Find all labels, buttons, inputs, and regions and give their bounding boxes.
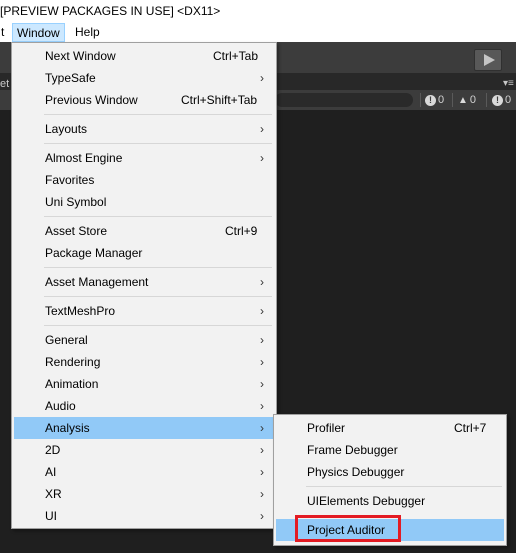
menu-help[interactable]: Help — [71, 23, 104, 42]
menu-item-textmeshpro[interactable]: TextMeshPro › — [14, 300, 274, 322]
chevron-right-icon: › — [260, 465, 264, 479]
console-log-count[interactable]: ! 0 — [425, 93, 444, 108]
window-title-bar: [PREVIEW PACKAGES IN USE] <DX11> — [0, 0, 516, 22]
menu-item-xr[interactable]: XR › — [14, 483, 274, 505]
menu-item-layouts[interactable]: Layouts › — [14, 118, 274, 140]
menu-separator — [306, 486, 502, 487]
menu-item-label: General — [45, 333, 88, 347]
error-count-value: 0 — [505, 94, 512, 106]
menu-item-label: Physics Debugger — [307, 465, 405, 479]
panel-menu-icon[interactable]: ▾≡ — [503, 78, 514, 89]
menu-item-label: Almost Engine — [45, 151, 123, 165]
menu-item-label: XR — [45, 487, 62, 501]
annotation-highlight-box — [295, 515, 401, 542]
menu-item-label: Previous Window — [45, 93, 138, 107]
chevron-right-icon: › — [260, 122, 264, 136]
menu-item-label: Animation — [45, 377, 99, 391]
menu-separator — [44, 325, 272, 326]
menu-item-profiler[interactable]: Profiler Ctrl+7 — [276, 417, 504, 439]
menu-item-shortcut: Ctrl+9 — [225, 224, 258, 238]
menu-item-frame-debugger[interactable]: Frame Debugger — [276, 439, 504, 461]
menu-separator — [44, 216, 272, 217]
toolbar-divider — [420, 93, 421, 107]
menu-item-asset-management[interactable]: Asset Management › — [14, 271, 274, 293]
menu-item-uielements-debugger[interactable]: UIElements Debugger — [276, 490, 504, 512]
menu-item-favorites[interactable]: Favorites — [14, 169, 274, 191]
menu-item-uni-symbol[interactable]: Uni Symbol — [14, 191, 274, 213]
menu-item-asset-store[interactable]: Asset Store Ctrl+9 — [14, 220, 274, 242]
menu-item-label: AI — [45, 465, 57, 479]
menu-separator — [44, 267, 272, 268]
menu-item-label: TextMeshPro — [45, 304, 116, 318]
menu-item-label: Asset Store — [45, 224, 108, 238]
menu-separator — [44, 296, 272, 297]
chevron-right-icon: › — [260, 333, 264, 347]
menu-edit-partial[interactable]: t — [0, 23, 8, 42]
console-warning-count[interactable]: ▲ 0 — [458, 93, 476, 108]
menu-item-ui[interactable]: UI › — [14, 505, 274, 527]
console-error-count[interactable]: ! 0 — [492, 93, 511, 108]
menu-item-label: TypeSafe — [45, 71, 96, 85]
menu-item-label: Frame Debugger — [307, 443, 398, 457]
chevron-right-icon: › — [260, 443, 264, 457]
menu-item-label: Favorites — [45, 173, 95, 187]
menu-item-previous-window[interactable]: Previous Window Ctrl+Shift+Tab — [14, 89, 274, 111]
menu-item-physics-debugger[interactable]: Physics Debugger — [276, 461, 504, 483]
menu-item-typesafe[interactable]: TypeSafe › — [14, 67, 274, 89]
chevron-right-icon: › — [260, 355, 264, 369]
toolbar-divider — [486, 93, 487, 107]
menu-item-analysis[interactable]: Analysis › — [14, 417, 276, 439]
menu-separator — [44, 114, 272, 115]
menu-item-almost-engine[interactable]: Almost Engine › — [14, 147, 274, 169]
menu-item-label: Next Window — [45, 49, 116, 63]
menu-item-label: UIElements Debugger — [307, 494, 426, 508]
menu-separator — [44, 143, 272, 144]
window-menu: Next Window Ctrl+Tab TypeSafe › Previous… — [11, 42, 277, 529]
menu-window[interactable]: Window — [12, 23, 65, 42]
menu-item-2d[interactable]: 2D › — [14, 439, 274, 461]
menu-item-shortcut: Ctrl+Tab — [213, 49, 259, 63]
menu-bar: t Window Help — [0, 22, 516, 42]
menu-item-label: Profiler — [307, 421, 346, 435]
menu-item-label: 2D — [45, 443, 61, 457]
chevron-right-icon: › — [260, 399, 264, 413]
info-icon: ! — [425, 94, 436, 106]
chevron-right-icon: › — [260, 421, 264, 435]
menu-item-label: Asset Management — [45, 275, 149, 289]
window-title: [PREVIEW PACKAGES IN USE] <DX11> — [0, 4, 221, 18]
menu-item-shortcut: Ctrl+Shift+Tab — [181, 93, 258, 107]
error-icon: ! — [492, 94, 503, 106]
log-count-value: 0 — [438, 94, 445, 106]
menu-item-rendering[interactable]: Rendering › — [14, 351, 274, 373]
chevron-right-icon: › — [260, 151, 264, 165]
menu-item-ai[interactable]: AI › — [14, 461, 274, 483]
menu-item-package-manager[interactable]: Package Manager — [14, 242, 274, 264]
warning-count-value: 0 — [469, 94, 477, 106]
chevron-right-icon: › — [260, 304, 264, 318]
menu-item-audio[interactable]: Audio › — [14, 395, 274, 417]
panel-tab-partial[interactable]: et — [0, 78, 9, 90]
menu-item-next-window[interactable]: Next Window Ctrl+Tab — [14, 45, 274, 67]
chevron-right-icon: › — [260, 71, 264, 85]
chevron-right-icon: › — [260, 275, 264, 289]
menu-item-label: Package Manager — [45, 246, 143, 260]
play-button[interactable] — [474, 49, 502, 71]
menu-item-label: Uni Symbol — [45, 195, 107, 209]
chevron-right-icon: › — [260, 509, 264, 523]
menu-item-label: Rendering — [45, 355, 101, 369]
menu-item-animation[interactable]: Animation › — [14, 373, 274, 395]
toolbar-divider — [452, 93, 453, 107]
menu-item-shortcut: Ctrl+7 — [454, 421, 487, 435]
chevron-right-icon: › — [260, 377, 264, 391]
warning-icon: ▲ — [458, 94, 468, 106]
chevron-right-icon: › — [260, 487, 264, 501]
menu-item-general[interactable]: General › — [14, 329, 274, 351]
menu-item-label: Audio — [45, 399, 76, 413]
menu-item-label: UI — [45, 509, 57, 523]
menu-item-label: Layouts — [45, 122, 88, 136]
console-search-input[interactable] — [275, 93, 413, 107]
menu-item-label: Analysis — [45, 421, 90, 435]
